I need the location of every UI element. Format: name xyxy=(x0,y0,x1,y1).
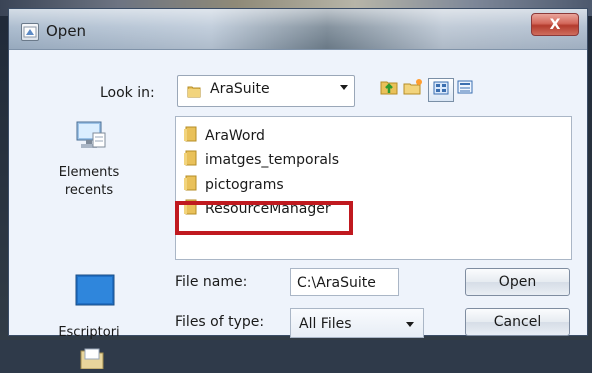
place-label: Escriptori xyxy=(58,325,120,340)
window-title: Open xyxy=(46,22,87,40)
cancel-button[interactable]: Cancel xyxy=(465,308,570,336)
dialog-body: Look in: AraSuite Elements recents Escri… xyxy=(9,50,587,370)
files-of-type-value: All Files xyxy=(299,316,352,332)
look-in-value: AraSuite xyxy=(210,81,270,97)
file-name-label: File name: xyxy=(175,274,248,290)
list-item[interactable]: imatges_temporals xyxy=(183,148,339,172)
list-item[interactable]: pictograms xyxy=(183,173,284,197)
file-name: pictograms xyxy=(205,177,284,193)
places-sidebar: Elements recents Escriptori xyxy=(9,110,169,370)
place-recent-items[interactable]: Elements recents xyxy=(9,164,169,200)
files-of-type-label: Files of type: xyxy=(175,314,265,330)
folder-icon xyxy=(183,126,197,146)
documents-icon[interactable] xyxy=(79,345,105,373)
file-name-input[interactable]: C:\AraSuite xyxy=(290,268,399,296)
new-folder-button[interactable] xyxy=(401,78,425,100)
place-desktop[interactable]: Escriptori xyxy=(9,324,169,342)
file-name: AraWord xyxy=(205,128,265,144)
folder-icon xyxy=(183,150,197,170)
up-folder-button[interactable] xyxy=(377,78,401,100)
folder-icon xyxy=(187,84,201,102)
details-view-button[interactable] xyxy=(453,78,477,100)
file-name: imatges_temporals xyxy=(205,152,340,168)
files-of-type-dropdown[interactable]: All Files xyxy=(290,308,424,338)
highlight-box xyxy=(175,201,353,235)
list-item[interactable]: AraWord xyxy=(183,124,265,148)
place-label: Elements recents xyxy=(58,165,120,198)
chevron-down-icon xyxy=(340,85,348,90)
list-view-button[interactable] xyxy=(428,78,454,102)
open-dialog: Open X Look in: AraSuite Elements recent… xyxy=(8,8,588,370)
look-in-dropdown[interactable]: AraSuite xyxy=(177,75,355,107)
details-view-icon xyxy=(457,80,473,98)
up-folder-icon xyxy=(379,77,399,101)
chevron-down-icon xyxy=(406,322,414,327)
recent-items-icon xyxy=(73,118,107,156)
new-folder-icon xyxy=(402,77,424,101)
file-list[interactable]: AraWord imatges_temporals pictograms Res… xyxy=(175,116,572,260)
title-bar: Open X xyxy=(9,9,587,50)
desktop-icon xyxy=(75,274,115,312)
folder-icon xyxy=(183,175,197,195)
close-button[interactable]: X xyxy=(531,13,579,36)
list-view-icon xyxy=(433,81,449,99)
app-icon xyxy=(21,23,39,41)
look-in-label: Look in: xyxy=(100,85,155,101)
open-button[interactable]: Open xyxy=(465,268,570,296)
